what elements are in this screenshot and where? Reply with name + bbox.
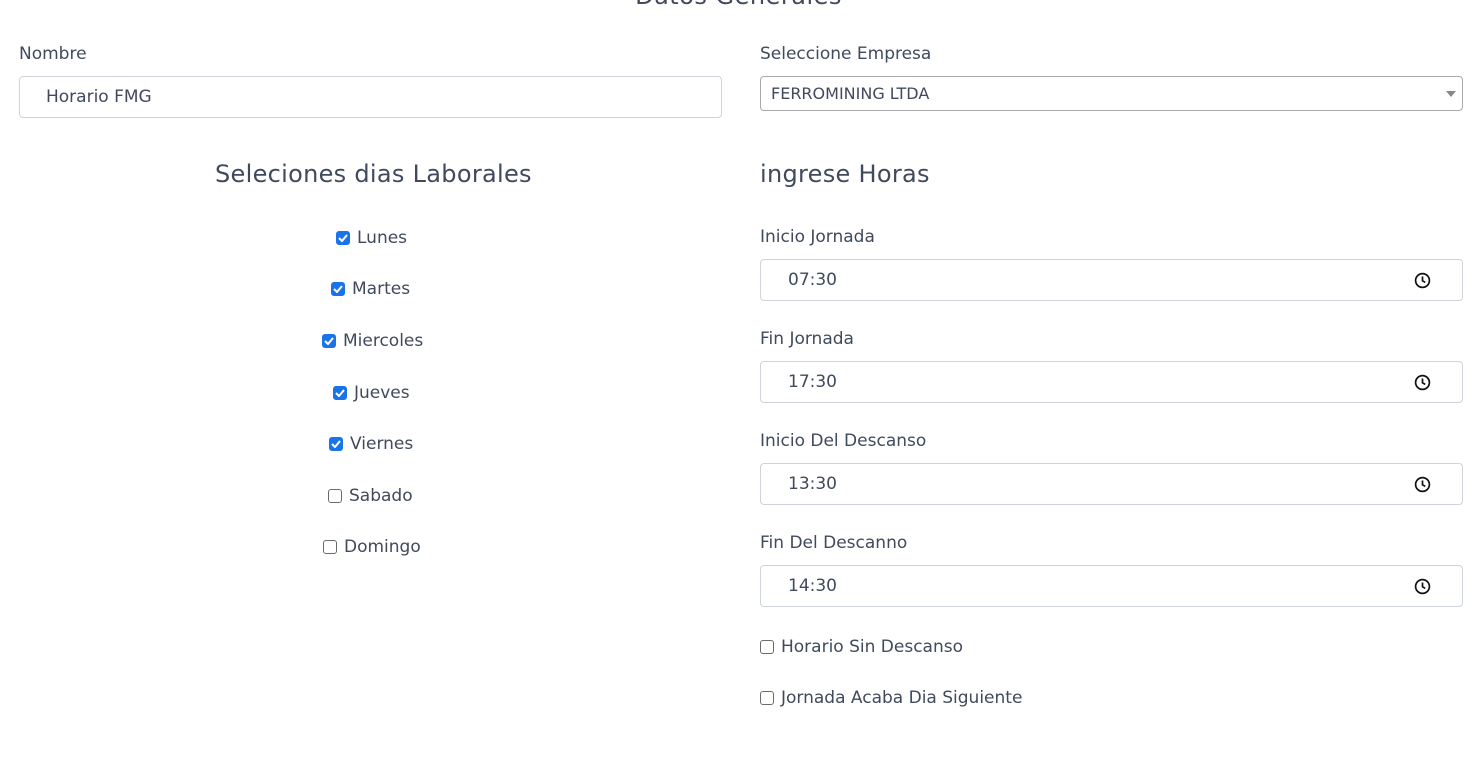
checkbox-checked-icon[interactable]: [331, 282, 345, 296]
clock-icon[interactable]: [1414, 476, 1431, 493]
horas-heading: ingrese Horas: [760, 160, 930, 188]
fin-jornada-label: Fin Jornada: [760, 329, 854, 349]
fin-jornada-input[interactable]: 17:30: [760, 361, 1463, 403]
checkbox-label: Domingo: [344, 537, 421, 557]
checkbox-checked-icon[interactable]: [322, 334, 336, 348]
checkbox-checked-icon[interactable]: [329, 437, 343, 451]
checkbox-miercoles[interactable]: Miercoles: [322, 329, 423, 353]
checkbox-jueves[interactable]: Jueves: [333, 381, 410, 405]
nombre-input[interactable]: [19, 76, 722, 118]
checkbox-label: Miercoles: [343, 331, 424, 351]
checkbox-label: Horario Sin Descanso: [781, 637, 964, 657]
checkbox-label: Lunes: [357, 228, 408, 248]
fin-descanso-label: Fin Del Descanno: [760, 533, 908, 553]
dias-heading: Seleciones dias Laborales: [215, 160, 532, 188]
checkbox-label: Jueves: [354, 383, 410, 403]
checkbox-horario-sin-descanso[interactable]: Horario Sin Descanso: [760, 635, 963, 659]
inicio-jornada-label: Inicio Jornada: [760, 227, 875, 247]
empresa-select[interactable]: FERROMINING LTDA: [760, 76, 1463, 111]
checkbox-unchecked-icon[interactable]: [760, 640, 774, 654]
checkbox-viernes[interactable]: Viernes: [329, 432, 413, 456]
clock-icon[interactable]: [1414, 578, 1431, 595]
empresa-label: Seleccione Empresa: [760, 44, 932, 64]
time-value: 07:30: [788, 270, 837, 290]
checkbox-domingo[interactable]: Domingo: [323, 535, 421, 559]
checkbox-label: Jornada Acaba Dia Siguiente: [781, 688, 1023, 708]
checkbox-label: Sabado: [349, 486, 413, 506]
chevron-down-icon: [1446, 91, 1456, 97]
checkbox-unchecked-icon[interactable]: [328, 489, 342, 503]
clock-icon[interactable]: [1414, 272, 1431, 289]
checkbox-martes[interactable]: Martes: [331, 277, 410, 301]
checkbox-label: Martes: [352, 279, 411, 299]
checkbox-label: Viernes: [350, 434, 414, 454]
time-value: 17:30: [788, 372, 837, 392]
empresa-selected-value: FERROMINING LTDA: [771, 84, 930, 103]
checkbox-sabado[interactable]: Sabado: [328, 484, 413, 508]
time-value: 14:30: [788, 576, 837, 596]
fin-descanso-input[interactable]: 14:30: [760, 565, 1463, 607]
checkbox-lunes[interactable]: Lunes: [336, 226, 407, 250]
nombre-label: Nombre: [19, 44, 87, 64]
section-title: Datos Generales: [0, 0, 1477, 10]
checkbox-checked-icon[interactable]: [336, 231, 350, 245]
time-value: 13:30: [788, 474, 837, 494]
clock-icon[interactable]: [1414, 374, 1431, 391]
checkbox-unchecked-icon[interactable]: [760, 691, 774, 705]
checkbox-checked-icon[interactable]: [333, 386, 347, 400]
checkbox-unchecked-icon[interactable]: [323, 540, 337, 554]
inicio-descanso-label: Inicio Del Descanso: [760, 431, 927, 451]
checkbox-jornada-dia-siguiente[interactable]: Jornada Acaba Dia Siguiente: [760, 686, 1022, 710]
inicio-descanso-input[interactable]: 13:30: [760, 463, 1463, 505]
inicio-jornada-input[interactable]: 07:30: [760, 259, 1463, 301]
